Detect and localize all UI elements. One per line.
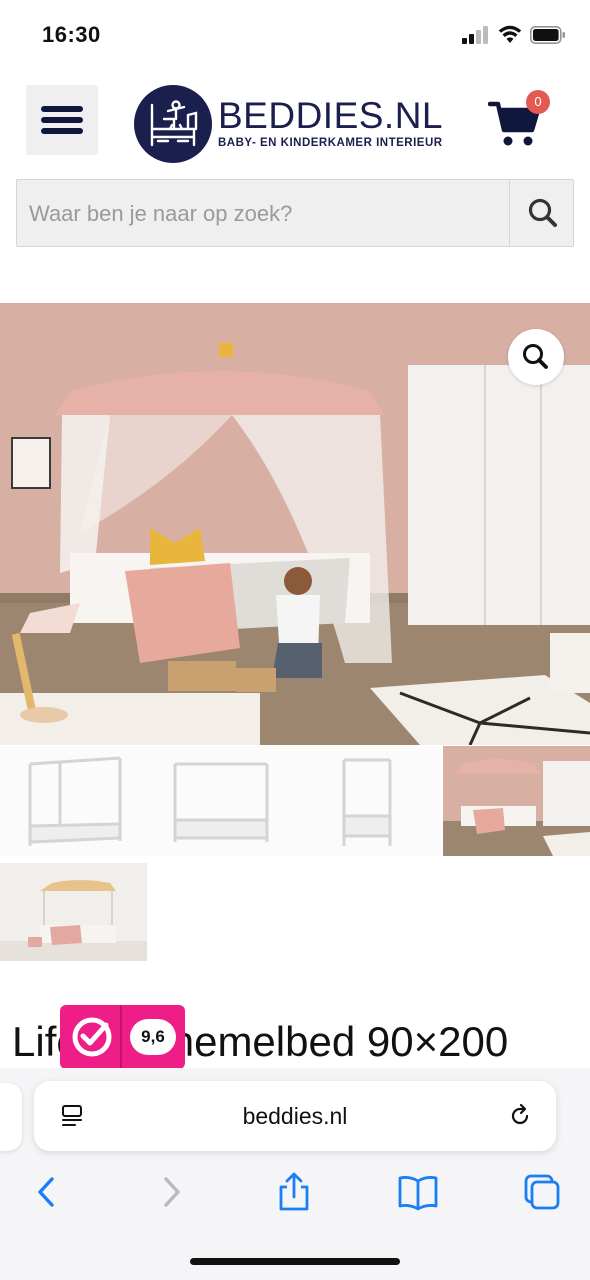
share-icon[interactable]: [272, 1171, 316, 1213]
search-button[interactable]: [509, 180, 573, 246]
thumbnail-3[interactable]: [294, 746, 441, 856]
review-widget[interactable]: 9,6: [60, 1005, 185, 1069]
hamburger-icon: [41, 106, 83, 112]
tabs-icon[interactable]: [520, 1171, 564, 1213]
reload-icon[interactable]: [506, 1102, 534, 1130]
cellular-signal-icon: [462, 26, 490, 44]
cart-count-badge: 0: [526, 90, 550, 114]
logo-subtitle: BABY- EN KINDERKAMER INTERIEUR: [218, 137, 443, 149]
product-main-image[interactable]: [0, 303, 590, 745]
previous-tab-preview[interactable]: [0, 1083, 22, 1151]
logo-text[interactable]: BEDDIES.NL: [218, 95, 443, 137]
thumbnail-1[interactable]: [0, 746, 147, 856]
forward-icon[interactable]: [150, 1171, 194, 1213]
bookmarks-icon[interactable]: [396, 1171, 440, 1213]
review-logo-icon: [72, 1005, 122, 1069]
search-input[interactable]: [29, 194, 499, 234]
search-icon: [528, 198, 557, 227]
battery-icon: [530, 26, 565, 44]
menu-button[interactable]: [26, 85, 98, 155]
hamburger-line: [41, 128, 83, 134]
status-time: 16:30: [42, 22, 101, 47]
review-score: 9,6: [130, 1019, 176, 1055]
home-indicator: [190, 1258, 400, 1265]
thumbnail-2[interactable]: [147, 746, 294, 856]
search-bar: [16, 179, 574, 247]
thumbnail-4[interactable]: [443, 746, 590, 856]
zoom-button[interactable]: [508, 329, 564, 385]
thumbnail-5[interactable]: [0, 863, 147, 961]
logo-icon[interactable]: [134, 85, 212, 163]
wifi-icon: [498, 25, 522, 43]
address-bar[interactable]: beddies.nl: [34, 1081, 556, 1151]
magnifier-icon: [523, 344, 548, 369]
back-icon[interactable]: [24, 1171, 68, 1213]
url-text[interactable]: beddies.nl: [34, 1103, 556, 1130]
hamburger-line: [41, 117, 83, 123]
